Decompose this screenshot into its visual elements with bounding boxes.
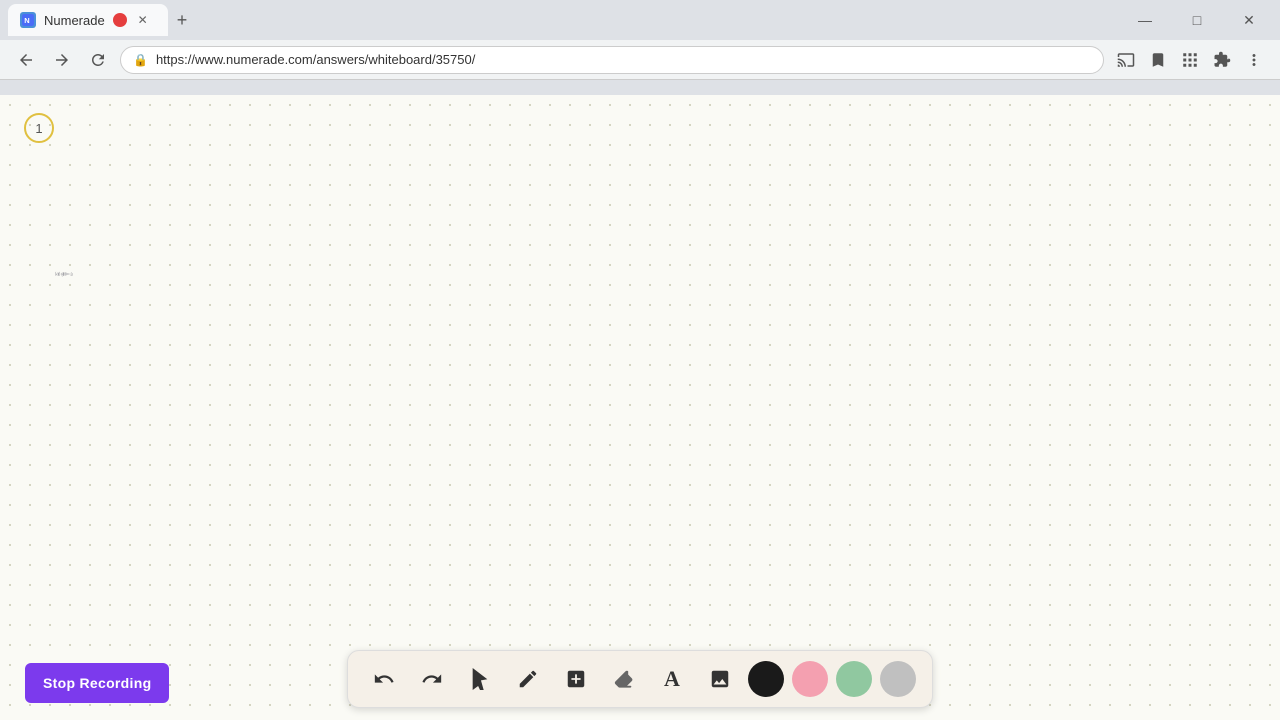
- math-expression: [55, 265, 73, 288]
- browser-tab[interactable]: N Numerade ✕: [8, 4, 168, 36]
- stop-recording-button[interactable]: Stop Recording: [25, 663, 169, 703]
- bookmark-button[interactable]: [1144, 46, 1172, 74]
- grid-button[interactable]: [1176, 46, 1204, 74]
- whiteboard-canvas[interactable]: 1: [0, 95, 1280, 720]
- tab-favicon: N: [20, 12, 36, 28]
- text-tool-button[interactable]: A: [652, 659, 692, 699]
- close-button[interactable]: ✕: [1226, 4, 1272, 36]
- new-tab-button[interactable]: +: [168, 6, 196, 34]
- tab-close-button[interactable]: ✕: [135, 12, 151, 28]
- extension-button[interactable]: [1208, 46, 1236, 74]
- url-text: https://www.numerade.com/answers/whitebo…: [156, 52, 475, 67]
- cast-button[interactable]: [1112, 46, 1140, 74]
- maximize-button[interactable]: □: [1174, 4, 1220, 36]
- svg-text:N: N: [24, 16, 29, 25]
- select-tool-button[interactable]: [460, 659, 500, 699]
- handwritten-math: [55, 265, 73, 283]
- page-number: 1: [35, 121, 42, 136]
- eraser-tool-button[interactable]: [604, 659, 644, 699]
- drawing-toolbar: A: [347, 650, 933, 708]
- color-green-swatch[interactable]: [836, 661, 872, 697]
- image-tool-button[interactable]: [700, 659, 740, 699]
- add-button[interactable]: [556, 659, 596, 699]
- address-bar[interactable]: 🔒 https://www.numerade.com/answers/white…: [120, 46, 1104, 74]
- pen-tool-button[interactable]: [508, 659, 548, 699]
- back-button[interactable]: [12, 46, 40, 74]
- browser-chrome: N Numerade ✕ + — □ ✕: [0, 0, 1280, 95]
- undo-button[interactable]: [364, 659, 404, 699]
- tab-title: Numerade: [44, 13, 105, 28]
- recording-indicator: [113, 13, 127, 27]
- minimize-button[interactable]: —: [1122, 4, 1168, 36]
- color-pink-swatch[interactable]: [792, 661, 828, 697]
- color-black-swatch[interactable]: [748, 661, 784, 697]
- menu-button[interactable]: [1240, 46, 1268, 74]
- security-lock-icon: 🔒: [133, 53, 148, 67]
- redo-button[interactable]: [412, 659, 452, 699]
- forward-button[interactable]: [48, 46, 76, 74]
- title-bar: N Numerade ✕ + — □ ✕: [0, 0, 1280, 40]
- page-indicator: 1: [24, 113, 54, 143]
- refresh-button[interactable]: [84, 46, 112, 74]
- window-controls: — □ ✕: [1122, 4, 1272, 36]
- color-gray-swatch[interactable]: [880, 661, 916, 697]
- navigation-bar: 🔒 https://www.numerade.com/answers/white…: [0, 40, 1280, 80]
- browser-actions: [1112, 46, 1268, 74]
